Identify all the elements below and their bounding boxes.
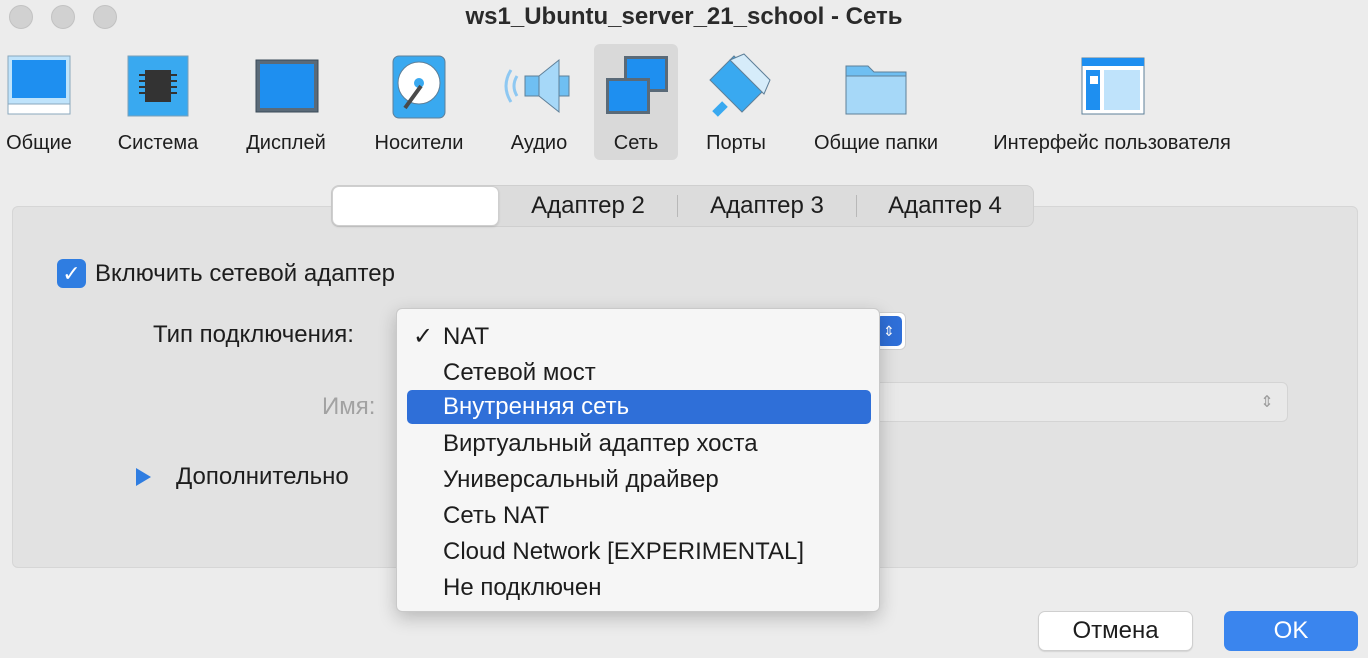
tab-adapter-1[interactable] [332, 186, 499, 226]
menu-item-internal-network[interactable]: Внутренняя сеть [407, 390, 871, 424]
adapter-tabs: Адаптер 2 Адаптер 3 Адаптер 4 [331, 185, 1034, 227]
enable-adapter-row[interactable]: ✓ Включить сетевой адаптер [57, 259, 395, 288]
enable-adapter-label: Включить сетевой адаптер [95, 259, 395, 287]
toolbar-general[interactable]: Общие [0, 44, 78, 160]
window-title: ws1_Ubuntu_server_21_school - Сеть [465, 3, 903, 30]
menu-item-nat-network[interactable]: Сеть NAT [407, 499, 871, 533]
tab-adapter-3[interactable]: Адаптер 3 [678, 186, 856, 226]
advanced-label: Дополнительно [176, 463, 349, 490]
ui-window-icon [1076, 50, 1148, 122]
attachment-type-label: Тип подключения: [153, 321, 354, 348]
attachment-type-menu: ✓ NAT Сетевой мост Внутренняя сеть Вирту… [396, 308, 880, 612]
network-name-label: Имя: [322, 393, 376, 420]
display-icon [250, 50, 322, 122]
storage-disk-icon [383, 50, 455, 122]
menu-item-not-attached[interactable]: Не подключен [407, 571, 871, 605]
toolbar-storage[interactable]: Носители [364, 44, 474, 160]
ok-button[interactable]: OK [1224, 611, 1358, 651]
toolbar-audio[interactable]: Аудио [500, 44, 578, 160]
toolbar-network[interactable]: Сеть [594, 44, 678, 160]
settings-toolbar: Общие Система Дисплей Носители Аудио Сет… [0, 44, 1368, 162]
general-monitor-icon [3, 50, 75, 122]
toolbar-user-interface[interactable]: Интерфейс пользователя [980, 44, 1244, 160]
menu-item-bridged[interactable]: Сетевой мост [407, 356, 871, 390]
advanced-disclosure[interactable]: Дополнительно [136, 463, 349, 491]
tab-adapter-4[interactable]: Адаптер 4 [857, 186, 1033, 226]
tab-adapter-2[interactable]: Адаптер 2 [499, 186, 677, 226]
settings-window: ws1_Ubuntu_server_21_school - Сеть Общие [0, 0, 1368, 658]
network-icon [600, 50, 672, 122]
enable-adapter-checkbox[interactable]: ✓ [57, 259, 86, 288]
cancel-button[interactable]: Отмена [1038, 611, 1193, 651]
toolbar-shared-folders[interactable]: Общие папки [804, 44, 948, 160]
menu-item-generic-driver[interactable]: Универсальный драйвер [407, 463, 871, 497]
menu-item-cloud-network[interactable]: Cloud Network [EXPERIMENTAL] [407, 535, 871, 569]
toolbar-display[interactable]: Дисплей [238, 44, 334, 160]
menu-item-nat[interactable]: ✓ NAT [407, 320, 871, 354]
chip-icon [122, 50, 194, 122]
toolbar-ports[interactable]: Порты [696, 44, 776, 160]
speaker-icon [503, 50, 575, 122]
checkmark-icon: ✓ [413, 323, 434, 350]
chevron-updown-icon: ⇕ [1260, 394, 1274, 411]
folder-icon [840, 50, 912, 122]
toolbar-system[interactable]: Система [108, 44, 208, 160]
network-name-select [860, 382, 1288, 422]
disclosure-triangle-icon[interactable] [136, 468, 151, 486]
menu-item-host-only[interactable]: Виртуальный адаптер хоста [407, 427, 871, 461]
ports-plug-icon [700, 50, 772, 122]
